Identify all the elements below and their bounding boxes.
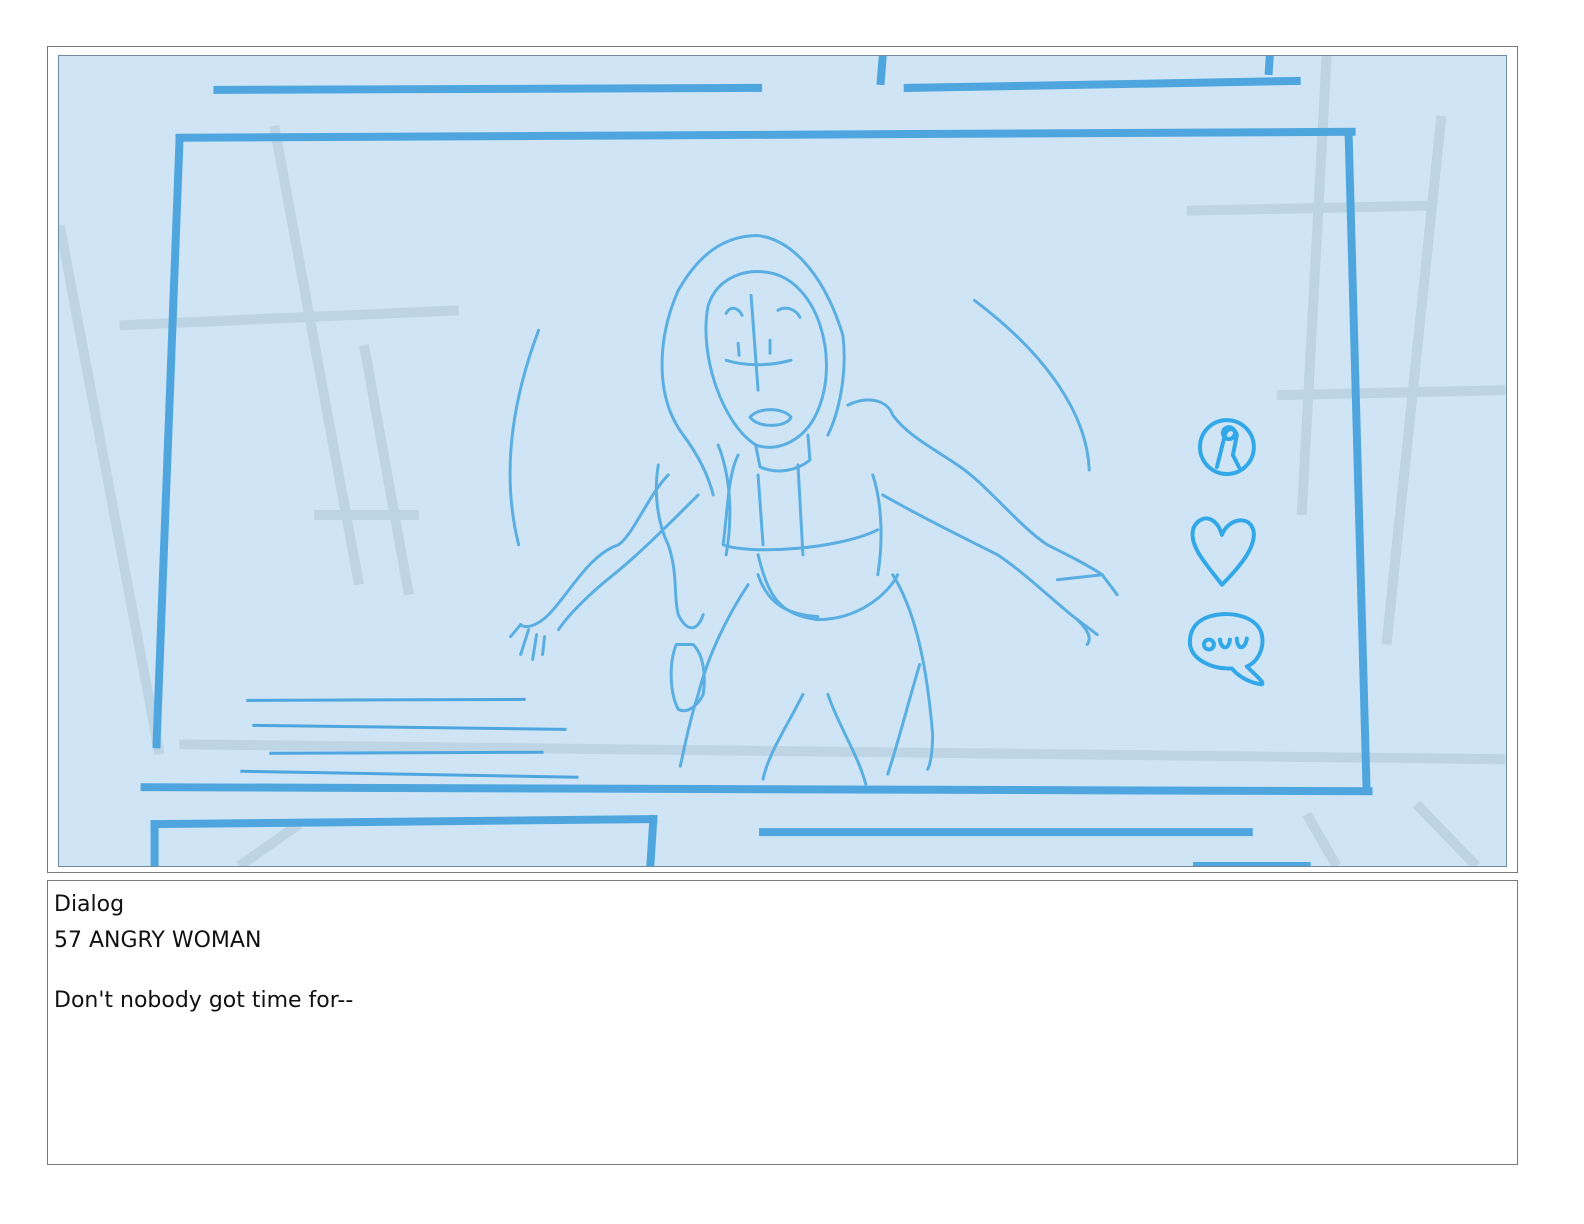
chat-bubble-icon [1187,612,1265,687]
sketch-drawing [59,56,1506,866]
motion-arc-right [973,298,1091,472]
background-construction-lines [59,56,1506,866]
profile-icon [1197,418,1256,476]
motion-arc-left [508,328,541,547]
face [704,270,828,449]
heart-icon [1190,516,1256,587]
dialog-character: 57 ANGRY WOMAN [54,928,262,953]
dialog-box: Dialog 57 ANGRY WOMAN Don't nobody got t… [47,880,1518,1165]
character-sketch [508,234,1119,786]
dialog-spacer [54,959,1511,983]
dialog-line: Don't nobody got time for-- [54,988,354,1013]
speed-lines [240,697,579,779]
dialog-heading: Dialog [54,892,125,917]
panel-artwork [58,55,1507,867]
storyboard-panel [47,46,1518,873]
